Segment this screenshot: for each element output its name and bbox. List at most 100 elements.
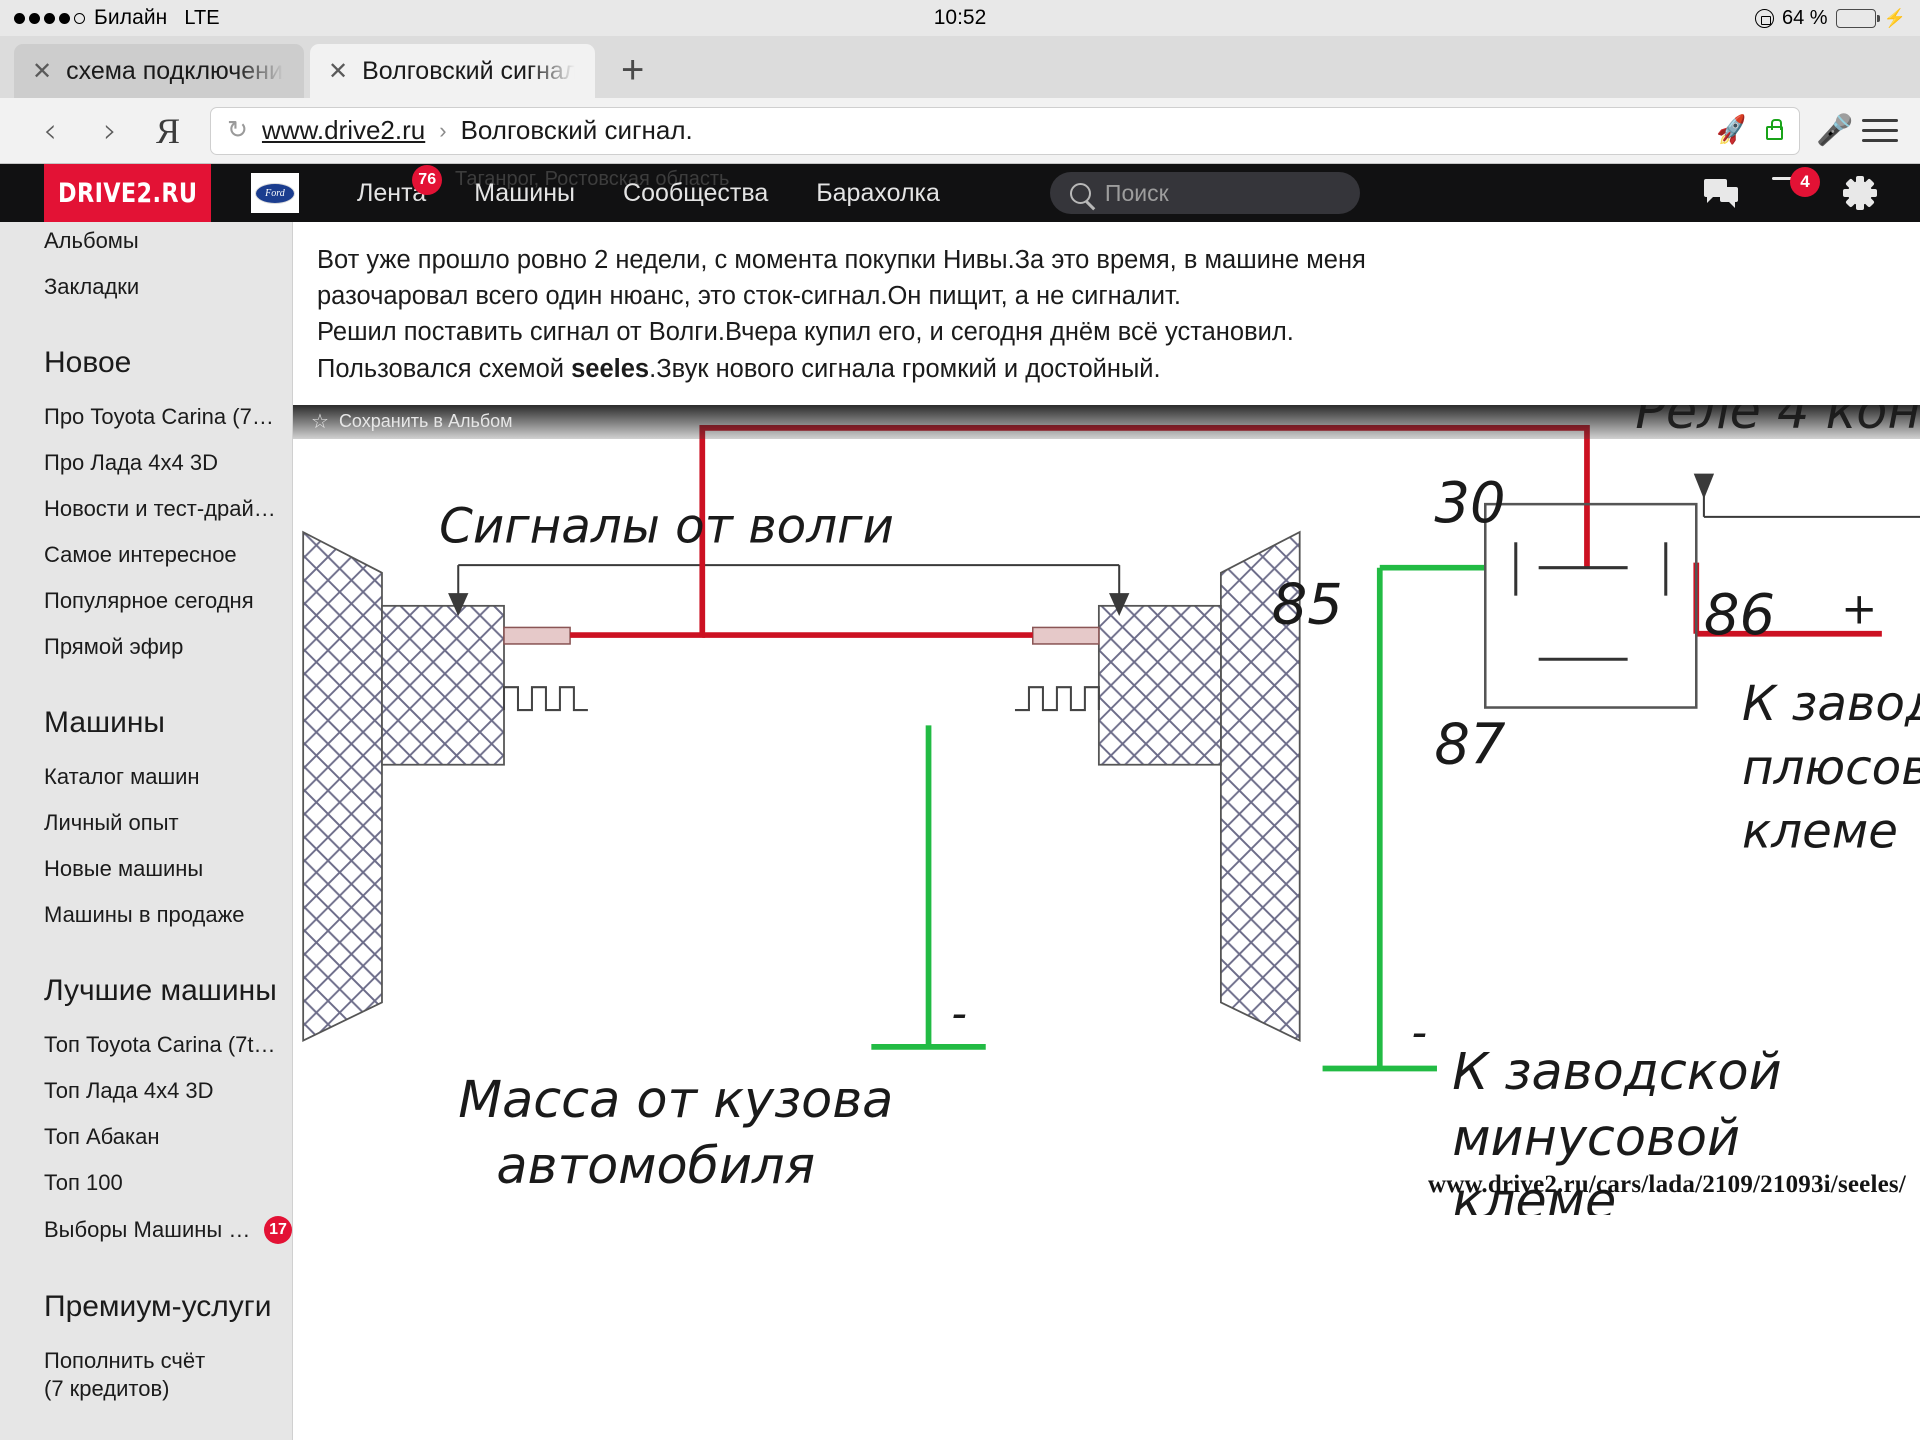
sidebar-item-label: Личный опыт [44, 810, 179, 835]
label-terminal-30: 30 [1434, 471, 1505, 536]
tab-close-icon[interactable]: ✕ [328, 59, 348, 83]
gear-icon[interactable] [1843, 176, 1877, 210]
sidebar-item-label: Топ Абакан [44, 1124, 160, 1149]
signal-strength-icon [14, 12, 85, 24]
sidebar-item-credits: (7 кредитов) [44, 1374, 292, 1412]
battery-percent-label: 64 % [1781, 6, 1828, 29]
tab-0[interactable]: ✕ схема подключения во [14, 44, 304, 98]
sidebar: Альбомы Закладки Новое Про Toyota Carina… [0, 222, 292, 1440]
sidebar-item-label: Про Toyota Carina (7th generation) [44, 404, 276, 429]
nav-item-lenta[interactable]: Лента 76 [333, 164, 450, 208]
back-button[interactable]: ‹ [22, 114, 78, 148]
article-line-4-pre: Пользовался схемой [317, 354, 572, 383]
status-clock: 10:52 [933, 6, 987, 29]
browser-tab-strip: ✕ схема подключения во ✕ Волговский сигн… [0, 36, 1920, 98]
label-factory-minus-2: минусовой [1452, 1108, 1740, 1167]
label-terminal-86: 86 [1704, 583, 1775, 648]
sidebar-item-label: Самое интересное [44, 542, 237, 567]
sidebar-item-live[interactable]: Прямой эфир [44, 624, 292, 670]
sidebar-item-pro-lada[interactable]: Про Лада 4x4 3D [44, 440, 292, 486]
site-logo[interactable]: DRIVE2.RU [44, 164, 211, 222]
sidebar-item-label: Топ Toyota Carina (7th generation) [44, 1032, 276, 1057]
article-line-4: Пользовался схемой seeles.Звук нового си… [317, 351, 1880, 387]
label-factory-plus-1: К заводской [1742, 676, 1920, 732]
sidebar-section-best: Лучшие машины [44, 974, 277, 1007]
status-left: Билайн LTE [14, 6, 220, 30]
nav-item-baraholka[interactable]: Барахолка [792, 179, 964, 208]
sidebar-item-label: Новости и тест-драйвы [44, 496, 276, 521]
sidebar-item-label: Закладки [44, 274, 140, 299]
sidebar-item-top-lada[interactable]: Топ Лада 4x4 3D [44, 1068, 292, 1114]
rocket-icon[interactable]: 🚀 [1714, 113, 1750, 148]
tab-1[interactable]: ✕ Волговский сигнал. [310, 44, 595, 98]
tab-label: Волговский сигнал. [362, 56, 575, 85]
label-factory-plus-3: клеме [1742, 803, 1898, 859]
sidebar-badge: 17 [264, 1216, 292, 1244]
sidebar-section-premium: Премиум-услуги [44, 1290, 272, 1323]
label-signals-from-volga: Сигналы от волги [439, 498, 894, 554]
article-body: Вот уже прошло ровно 2 недели, с момента… [293, 222, 1920, 387]
sidebar-item-topup[interactable]: Пополнить счёт [44, 1338, 292, 1374]
label-minus-right: - [1412, 1008, 1428, 1058]
microphone-icon[interactable]: 🎤 [1816, 115, 1853, 146]
sidebar-item-label: Новые машины [44, 856, 204, 881]
url-host-label: www.drive2.ru [261, 115, 426, 145]
search-icon [1069, 182, 1091, 204]
article-line-1: Вот уже прошло ровно 2 недели, с момента… [317, 246, 1366, 274]
forward-button[interactable]: › [82, 114, 138, 148]
sidebar-item-label: Машины в продаже [44, 902, 245, 927]
reload-icon[interactable]: ↻ [227, 118, 248, 143]
article-line-3: Решил поставить сигнал от Волги.Вчера ку… [317, 318, 1294, 347]
site-search-box[interactable]: Поиск [1049, 172, 1360, 214]
image-watermark: www.drive2.ru/cars/lada/2109/21093i/seel… [1427, 1170, 1906, 1198]
nav-label: Барахолка [816, 178, 940, 207]
car-badge-icon[interactable]: Ford [251, 173, 299, 213]
sidebar-item-top-abakan[interactable]: Топ Абакан [44, 1114, 292, 1160]
new-tab-button[interactable]: + [621, 50, 644, 90]
sidebar-item-personal[interactable]: Личный опыт [44, 800, 292, 846]
url-page-title: Волговский сигнал. [460, 115, 693, 145]
chat-bubbles-icon[interactable] [1704, 179, 1738, 208]
nav-label: Машины [474, 178, 576, 207]
sidebar-item-pro-carina[interactable]: Про Toyota Carina (7th generation) [44, 394, 292, 440]
lock-icon [1766, 118, 1783, 140]
sidebar-item-bookmarks[interactable]: Закладки [44, 264, 292, 310]
nav-item-mashiny[interactable]: Машины [450, 179, 599, 208]
sidebar-item-label: Пополнить счёт [44, 1348, 206, 1373]
rotation-lock-icon [1754, 8, 1774, 28]
save-to-album-bar[interactable]: ☆ Сохранить в Альбом [293, 404, 1920, 439]
ios-status-bar: Билайн LTE 10:52 64 % ⚡ [0, 0, 1920, 36]
sidebar-item-interesting[interactable]: Самое интересное [44, 532, 292, 578]
sidebar-item-catalog[interactable]: Каталог машин [44, 754, 292, 800]
hamburger-menu-icon[interactable] [1852, 119, 1898, 142]
wiring-diagram-svg: Реле 4 контактное Сигналы от волги 30 85… [302, 405, 1920, 1215]
bell-icon[interactable]: 4 [1776, 167, 1820, 209]
sidebar-item-news[interactable]: Новости и тест-драйвы [44, 486, 292, 532]
sidebar-item-popular[interactable]: Популярное сегодня [44, 578, 292, 624]
nav-item-soobshestva[interactable]: Сообщества [599, 179, 792, 208]
carrier-label: Билайн [94, 6, 168, 29]
tab-close-icon[interactable]: ✕ [32, 59, 52, 83]
tab-label: схема подключения во [66, 56, 284, 85]
sidebar-item-top-carina[interactable]: Топ Toyota Carina (7th generation) [44, 1022, 292, 1068]
site-nav: Лента 76 Машины Сообщества Барахолка [333, 164, 964, 208]
sidebar-item-albums[interactable]: Альбомы [44, 222, 292, 264]
address-bar[interactable]: ↻ www.drive2.ru › Волговский сигнал. 🚀 [210, 106, 1800, 155]
sidebar-item-label: Выборы Машины дня [44, 1217, 254, 1242]
notification-badge: 4 [1790, 167, 1820, 197]
sidebar-item-for-sale[interactable]: Машины в продаже [44, 892, 292, 938]
yandex-logo-icon[interactable]: Я [142, 110, 194, 152]
sidebar-item-new-cars[interactable]: Новые машины [44, 846, 292, 892]
sidebar-item-label: Топ 100 [44, 1170, 123, 1195]
url-separator: › [439, 117, 447, 143]
label-plus-sign: + [1841, 584, 1877, 634]
sidebar-item-car-of-day[interactable]: Выборы Машины дня 17 [44, 1206, 292, 1254]
site-logo-label: DRIVE2.RU [57, 177, 198, 209]
article-author-link[interactable]: seeles [571, 355, 649, 383]
sidebar-item-top-100[interactable]: Топ 100 [44, 1160, 292, 1206]
network-type-label: LTE [184, 6, 220, 29]
header-icon-group: 4 [1704, 167, 1920, 210]
schematic-image[interactable]: ☆ Сохранить в Альбом Сигналы от волги 30… [293, 404, 1920, 1215]
label-factory-minus-1: К заводской [1452, 1042, 1781, 1101]
sidebar-section-mashiny: Машины [44, 706, 165, 739]
